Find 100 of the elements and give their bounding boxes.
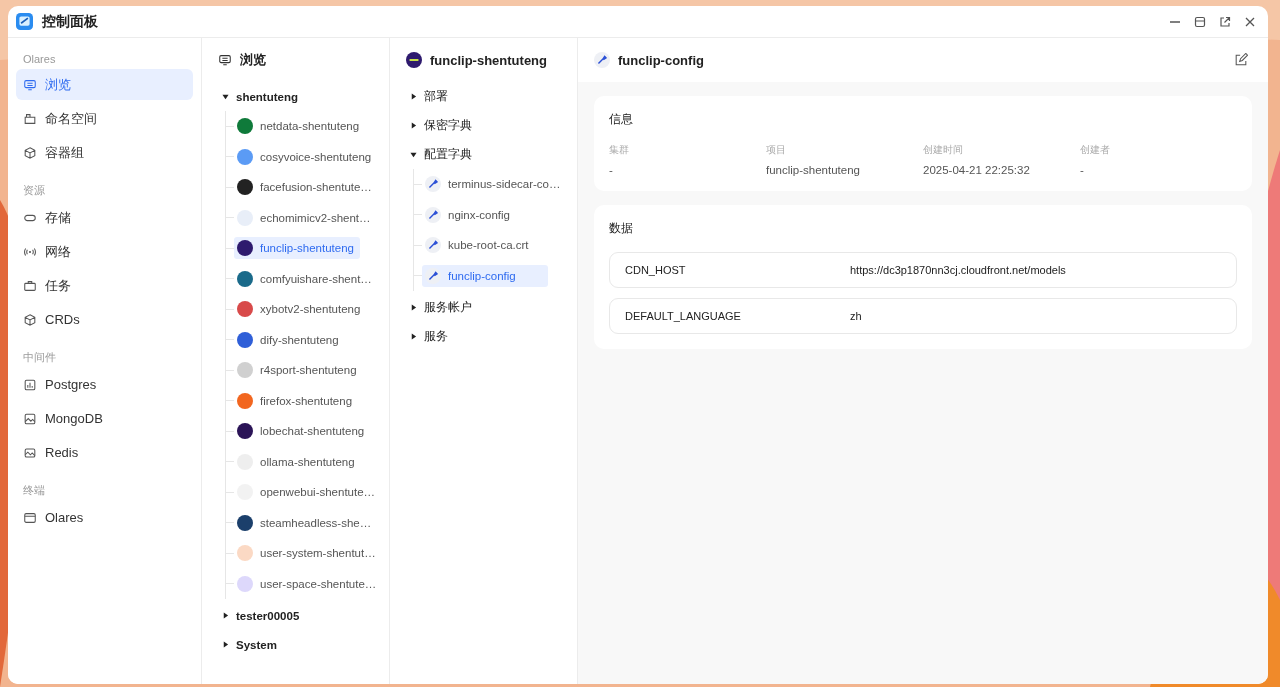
field-label: 集群	[609, 143, 630, 157]
tree-item[interactable]: user-system-shentut…	[234, 542, 382, 565]
app-icon	[237, 301, 253, 318]
app-icon	[237, 331, 253, 348]
app-icon	[237, 270, 253, 287]
sidebar-item[interactable]: 浏览	[16, 69, 193, 100]
data-key: DEFAULT_LANGUAGE	[625, 310, 850, 322]
sidebar-item[interactable]: Olares	[16, 502, 193, 533]
tree-item[interactable]: lobechat-shentuteng	[234, 420, 371, 443]
tree-node[interactable]: shentuteng	[236, 90, 298, 103]
app-icon	[237, 514, 253, 531]
section-label: 资源	[22, 183, 46, 198]
sidebar-item[interactable]: Postgres	[16, 369, 193, 400]
tree-item[interactable]: facefusion-shentute…	[234, 176, 378, 199]
caret-down-icon[interactable]	[410, 151, 417, 158]
field-value: -	[1080, 164, 1085, 176]
field-label: 项目	[766, 143, 787, 157]
briefcase-icon	[23, 278, 37, 293]
app-icon	[237, 423, 253, 440]
tree-item[interactable]: funclip-config	[422, 264, 548, 287]
caret-right-icon[interactable]	[410, 93, 417, 100]
tree-item[interactable]: xybotv2-shentuteng	[234, 298, 367, 321]
caret-right-icon[interactable]	[222, 612, 229, 619]
sidebar-item[interactable]: MongoDB	[16, 403, 193, 434]
caret-right-icon[interactable]	[410, 122, 417, 129]
window-title: 控制面板	[42, 12, 98, 31]
tree-item[interactable]: dify-shentuteng	[234, 328, 360, 351]
field-value: -	[609, 164, 614, 176]
app-logo-icon	[16, 13, 33, 30]
tree-node[interactable]: 部署	[424, 88, 448, 105]
tree-node[interactable]: 保密字典	[424, 117, 472, 134]
field-label: 创建者	[1080, 143, 1111, 157]
sidebar-item[interactable]: CRDs	[16, 304, 193, 335]
terminal-icon	[23, 510, 37, 525]
panel-title: funclip-shentuteng	[430, 52, 547, 68]
tree-node[interactable]: 配置字典	[424, 146, 472, 163]
close-icon[interactable]	[1244, 15, 1256, 28]
tree-item[interactable]: cosyvoice-shentuteng	[234, 145, 378, 168]
page-title: funclip-config	[618, 52, 704, 68]
caret-right-icon[interactable]	[410, 304, 417, 311]
wrench-icon	[425, 267, 441, 284]
sidebar-item[interactable]: 存储	[16, 202, 193, 233]
data-value: zh	[850, 310, 862, 322]
app-icon	[237, 118, 253, 135]
caret-down-icon[interactable]	[222, 93, 229, 100]
tree-item[interactable]: funclip-shentuteng	[234, 237, 360, 260]
wrench-icon	[425, 206, 441, 223]
wrench-icon	[425, 237, 441, 254]
app-icon	[406, 52, 422, 68]
tree-node[interactable]: 服务	[424, 328, 448, 345]
tree-item[interactable]: terminus-sidecar-co…	[422, 173, 567, 196]
data-key: CDN_HOST	[625, 264, 850, 276]
sidebar-item[interactable]: 容器组	[16, 137, 193, 168]
field-value: funclip-shentuteng	[766, 164, 861, 176]
card-title: 信息	[609, 112, 634, 127]
app-icon	[237, 362, 253, 379]
caret-right-icon[interactable]	[222, 641, 229, 648]
section-label: 终端	[22, 483, 46, 498]
tree-item[interactable]: ollama-shentuteng	[234, 450, 361, 473]
tree-node[interactable]: tester00005	[236, 609, 300, 622]
panel-title: 浏览	[240, 51, 266, 69]
edit-icon[interactable]	[1234, 53, 1248, 67]
tree-item[interactable]: nginx-config	[422, 203, 548, 226]
field-value: 2025-04-21 22:25:32	[923, 164, 1031, 176]
tree-item[interactable]: steamheadless-she…	[234, 511, 378, 534]
caret-right-icon[interactable]	[410, 333, 417, 340]
wrench-icon	[425, 176, 441, 193]
image-icon	[23, 445, 37, 460]
tree-item[interactable]: comfyuishare-shent…	[234, 267, 378, 290]
app-icon	[237, 148, 253, 165]
section-label: Olares	[22, 52, 57, 67]
tree-item[interactable]: firefox-shentuteng	[234, 389, 360, 412]
sidebar-item[interactable]: 任务	[16, 270, 193, 301]
layout-icon[interactable]	[1194, 15, 1206, 28]
tree-item[interactable]: echomimicv2-shent…	[234, 206, 377, 229]
tree-item[interactable]: netdata-shentuteng	[234, 115, 366, 138]
chart-icon	[23, 377, 37, 392]
sidebar-item[interactable]: 网络	[16, 236, 193, 267]
folder-icon	[23, 111, 37, 126]
section-label: 中间件	[22, 350, 57, 365]
card-title: 数据	[609, 221, 634, 236]
monitor-icon	[23, 77, 37, 92]
app-icon	[237, 179, 253, 196]
cube-icon	[23, 145, 37, 160]
tree-item[interactable]: openwebui-shentute…	[234, 481, 382, 504]
tree-item[interactable]: r4sport-shentuteng	[234, 359, 363, 382]
image-icon	[23, 411, 37, 426]
sidebar-item[interactable]: 命名空间	[16, 103, 193, 134]
open-external-icon[interactable]	[1219, 15, 1231, 28]
data-value: https://dc3p1870nn3cj.cloudfront.net/models	[850, 264, 1066, 276]
wrench-icon	[594, 52, 610, 68]
app-icon	[237, 392, 253, 409]
monitor-icon	[218, 53, 232, 67]
tree-item[interactable]: kube-root-ca.crt	[422, 234, 548, 257]
tree-item[interactable]: user-space-shentute…	[234, 572, 383, 595]
tree-node[interactable]: System	[236, 638, 277, 651]
tree-node[interactable]: 服务帐户	[424, 299, 472, 316]
app-icon	[237, 545, 253, 562]
app-icon	[237, 240, 253, 257]
sidebar-item[interactable]: Redis	[16, 437, 193, 468]
